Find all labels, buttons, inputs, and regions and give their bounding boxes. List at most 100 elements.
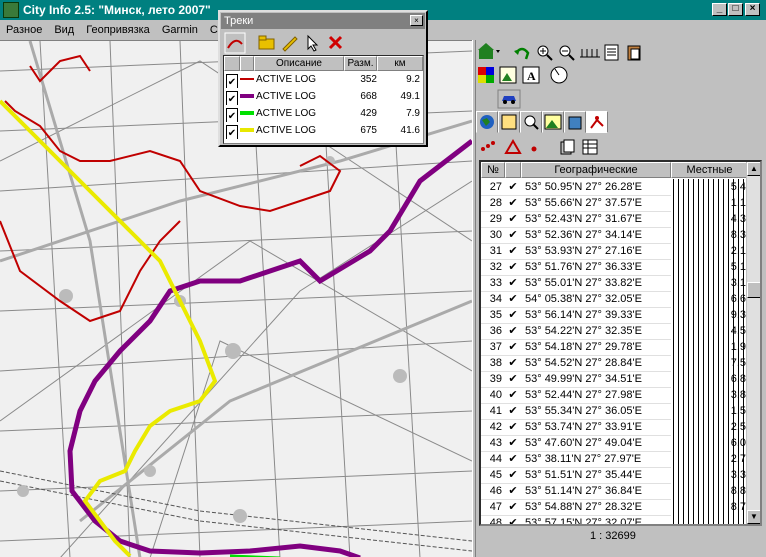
table-row[interactable]: 33 ✔ 53° 55.01'N 27° 33.82'E 3.1 (481, 275, 748, 292)
track-row[interactable]: ✔ ACTIVE LOG 352 9.2 (224, 72, 423, 88)
menu-garmin[interactable]: Garmin (156, 24, 204, 36)
track-desc: ACTIVE LOG (256, 74, 317, 85)
point-checkmark-icon[interactable]: ✔ (505, 275, 521, 292)
table-row[interactable]: 45 ✔ 53° 51.51'N 27° 35.44'E 3.3 (481, 467, 748, 484)
point-checkmark-icon[interactable]: ✔ (505, 259, 521, 276)
tab-search[interactable] (520, 111, 542, 133)
menu-misc[interactable]: Разное (0, 24, 48, 36)
scroll-down-arrow[interactable]: ▼ (747, 510, 760, 524)
point-number: 31 (489, 245, 502, 257)
app-icon[interactable] (3, 2, 19, 18)
table-row[interactable]: 34 ✔ 54° 05.38'N 27° 32.05'E 6.6 (481, 291, 748, 308)
home-icon (478, 43, 494, 59)
table-row[interactable]: 39 ✔ 53° 49.99'N 27° 34.51'E 6.8 (481, 371, 748, 388)
car-icon (497, 89, 521, 109)
point-geo: 53° 51.76'N 27° 36.33'E (525, 261, 642, 273)
point-checkmark-icon[interactable]: ✔ (505, 307, 521, 324)
minimize-button[interactable]: _ (712, 3, 727, 16)
tab-text[interactable] (498, 111, 520, 133)
tab-globe[interactable] (476, 111, 498, 133)
point-checkmark-icon[interactable]: ✔ (505, 451, 521, 468)
menu-view[interactable]: Вид (48, 24, 80, 36)
track-checkbox[interactable]: ✔ (226, 108, 238, 122)
table-row[interactable]: 47 ✔ 53° 54.88'N 27° 28.32'E 8.7 (481, 499, 748, 516)
tracks-col-desc[interactable]: Описание (254, 56, 344, 71)
track-km: 7.9 (406, 108, 420, 119)
tracks-toolbar (224, 32, 424, 54)
table-row[interactable]: 30 ✔ 53° 52.36'N 27° 34.14'E 8.3 (481, 227, 748, 244)
track-row[interactable]: ✔ ACTIVE LOG 675 41.6 (224, 123, 423, 139)
table-row[interactable]: 44 ✔ 53° 38.11'N 27° 27.97'E 2.7 (481, 451, 748, 468)
menu-georef[interactable]: Геопривязка (80, 24, 156, 36)
point-checkmark-icon[interactable]: ✔ (505, 195, 521, 212)
table-row[interactable]: 31 ✔ 53° 53.93'N 27° 27.16'E 2.1 (481, 243, 748, 260)
table-row[interactable]: 38 ✔ 53° 54.52'N 27° 28.84'E 7.5 (481, 355, 748, 372)
point-number: 35 (489, 309, 502, 321)
point-checkmark-icon[interactable]: ✔ (505, 483, 521, 500)
table-row[interactable]: 29 ✔ 53° 52.43'N 27° 31.67'E 4.3 (481, 211, 748, 228)
table-row[interactable]: 43 ✔ 53° 47.60'N 27° 49.04'E 6.0 (481, 435, 748, 452)
point-checkmark-icon[interactable]: ✔ (505, 243, 521, 260)
tab-image[interactable] (542, 111, 564, 133)
table-icon (582, 139, 598, 155)
close-button[interactable]: × (745, 3, 760, 16)
point-geo: 53° 51.51'N 27° 35.44'E (525, 469, 642, 481)
table-row[interactable]: 36 ✔ 53° 54.22'N 27° 32.35'E 4.5 (481, 323, 748, 340)
table-row[interactable]: 42 ✔ 53° 53.74'N 27° 33.91'E 2.5 (481, 419, 748, 436)
point-checkmark-icon[interactable]: ✔ (505, 419, 521, 436)
track-row[interactable]: ✔ ACTIVE LOG 429 7.9 (224, 106, 423, 122)
table-row[interactable]: 46 ✔ 53° 51.14'N 27° 36.84'E 8.8 (481, 483, 748, 500)
track-checkbox[interactable]: ✔ (226, 91, 238, 105)
tab-route[interactable] (586, 111, 608, 133)
point-checkmark-icon[interactable]: ✔ (505, 291, 521, 308)
track-color-swatch (240, 94, 254, 99)
scroll-up-arrow[interactable]: ▲ (747, 162, 760, 176)
point-checkmark-icon[interactable]: ✔ (505, 515, 521, 524)
point-number: 33 (489, 277, 502, 289)
point-checkmark-icon[interactable]: ✔ (505, 403, 521, 420)
points-col-local[interactable]: Местные (671, 162, 748, 178)
points-scrollbar[interactable]: ▲ ▼ (746, 162, 760, 524)
track-row[interactable]: ✔ ACTIVE LOG 668 49.1 (224, 89, 423, 105)
points-col-check[interactable] (505, 162, 521, 178)
point-number: 38 (489, 357, 502, 369)
table-row[interactable]: 37 ✔ 53° 54.18'N 27° 29.78'E 1.9 (481, 339, 748, 356)
table-row[interactable]: 41 ✔ 53° 55.34'N 27° 36.05'E 1.5 (481, 403, 748, 420)
point-checkmark-icon[interactable]: ✔ (505, 387, 521, 404)
maximize-button[interactable]: □ (728, 3, 743, 16)
scale-icon (580, 49, 600, 58)
point-checkmark-icon[interactable]: ✔ (505, 211, 521, 228)
scroll-thumb[interactable] (747, 282, 760, 298)
tracks-close-button[interactable]: × (410, 15, 423, 26)
point-checkmark-icon[interactable]: ✔ (505, 435, 521, 452)
points-col-num[interactable]: № (481, 162, 505, 178)
point-checkmark-icon[interactable]: ✔ (505, 355, 521, 372)
track-checkbox[interactable]: ✔ (226, 125, 238, 139)
table-row[interactable]: 28 ✔ 53° 55.66'N 27° 37.57'E 1.1 (481, 195, 748, 212)
point-checkmark-icon[interactable]: ✔ (505, 467, 521, 484)
point-checkmark-icon[interactable]: ✔ (505, 499, 521, 516)
table-row[interactable]: 27 ✔ 53° 50.95'N 27° 26.28'E 5.4 (481, 179, 748, 196)
table-row[interactable]: 40 ✔ 53° 52.44'N 27° 27.98'E 3.8 (481, 387, 748, 404)
tracks-col-size[interactable]: Разм. (344, 56, 377, 71)
tracks-window-titlebar[interactable]: Треки × (221, 13, 425, 29)
point-checkmark-icon[interactable]: ✔ (505, 371, 521, 388)
table-row[interactable]: 35 ✔ 53° 56.14'N 27° 39.33'E 9.3 (481, 307, 748, 324)
tracks-col-km[interactable]: км (377, 56, 423, 71)
points-col-geo[interactable]: Географические (521, 162, 671, 178)
point-number: 37 (489, 341, 502, 353)
point-local: 1.1 (671, 195, 748, 212)
point-checkmark-icon[interactable]: ✔ (505, 323, 521, 340)
point-number: 32 (489, 261, 502, 273)
tab-building[interactable] (564, 111, 586, 133)
copy-icon (560, 139, 575, 155)
point-checkmark-icon[interactable]: ✔ (505, 179, 521, 196)
table-row[interactable]: 48 ✔ 53° 57.15'N 27° 32.07'E (481, 515, 748, 524)
point-number: 44 (489, 453, 502, 465)
point-number: 28 (489, 197, 502, 209)
open-folder-icon (258, 35, 275, 50)
track-checkbox[interactable]: ✔ (226, 74, 238, 88)
table-row[interactable]: 32 ✔ 53° 51.76'N 27° 36.33'E 5.1 (481, 259, 748, 276)
point-checkmark-icon[interactable]: ✔ (505, 227, 521, 244)
point-checkmark-icon[interactable]: ✔ (505, 339, 521, 356)
